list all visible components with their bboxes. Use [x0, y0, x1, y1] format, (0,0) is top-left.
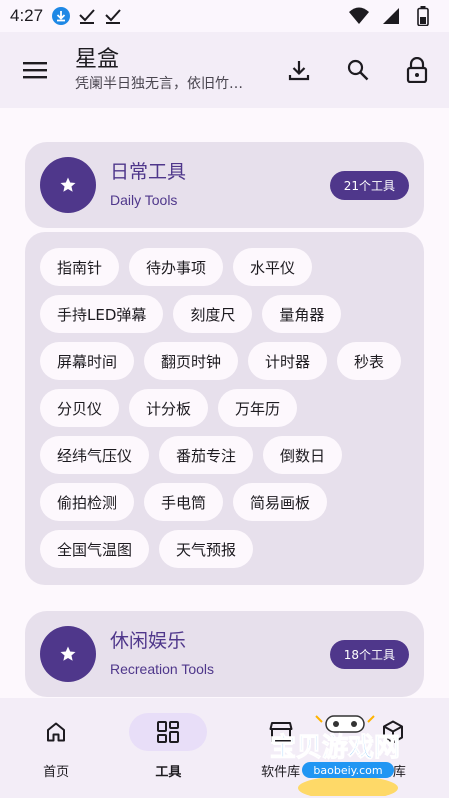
app-bar: 星盒 凭阑半日独无言，依旧竹…	[0, 32, 449, 108]
tools-content: 日常工具 Daily Tools 21个工具 指南针 待办事项 水平仪 手持LE…	[0, 108, 449, 698]
search-button[interactable]	[338, 50, 378, 90]
status-bar: 4:27	[0, 0, 449, 32]
tool-chip-scoreboard[interactable]: 计分板	[129, 389, 209, 427]
nav-label: 工具	[155, 765, 182, 780]
category-title: 休闲娱乐	[110, 630, 187, 652]
nav-item-repository[interactable]: 仓库	[337, 698, 449, 798]
chip-row: 手持LED弹幕 刻度尺 量角器	[40, 295, 412, 342]
tool-chip-weather[interactable]: 天气预报	[159, 530, 254, 568]
check-icon	[103, 6, 123, 26]
menu-icon	[23, 62, 47, 79]
app-title: 星盒	[75, 47, 120, 72]
nav-label: 首页	[43, 765, 70, 780]
category-title: 日常工具	[110, 161, 187, 183]
signal-icon	[381, 6, 401, 26]
menu-button[interactable]	[17, 52, 53, 88]
tool-chip-temperature-map[interactable]: 全国气温图	[40, 530, 150, 568]
tool-chip-level[interactable]: 水平仪	[233, 248, 313, 286]
title-block: 星盒 凭阑半日独无言，依旧竹…	[75, 46, 279, 94]
nav-label: 仓库	[379, 765, 406, 780]
tool-chip-protractor[interactable]: 量角器	[262, 295, 342, 333]
chip-row: 分贝仪 计分板 万年历	[40, 389, 412, 436]
tool-chip-todo[interactable]: 待办事项	[129, 248, 224, 286]
tool-chip-sketchpad[interactable]: 简易画板	[233, 483, 328, 521]
lock-icon	[406, 57, 428, 83]
nav-item-home[interactable]: 首页	[0, 698, 112, 798]
category-icon-circle	[40, 157, 96, 213]
home-icon	[47, 722, 66, 742]
status-time: 4:27	[10, 6, 44, 25]
star-icon	[60, 646, 76, 661]
tool-chip-pomodoro[interactable]: 番茄专注	[159, 436, 254, 474]
download-status-icon	[51, 6, 71, 26]
check-icon	[77, 6, 97, 26]
tool-chip-camera-detector[interactable]: 偷拍检测	[40, 483, 135, 521]
lock-button[interactable]	[397, 50, 437, 90]
nav-label: 软件库	[261, 765, 301, 780]
tool-chip-led-banner[interactable]: 手持LED弹幕	[40, 295, 164, 333]
tool-count-badge: 18个工具	[329, 639, 409, 669]
wifi-icon	[349, 6, 369, 26]
tool-chip-calendar[interactable]: 万年历	[218, 389, 298, 427]
chip-row: 偷拍检测 手电筒 简易画板	[40, 483, 412, 530]
tool-chip-compass[interactable]: 指南针	[40, 248, 120, 286]
category-card-daily-tools[interactable]: 日常工具 Daily Tools 21个工具	[25, 142, 424, 228]
bottom-navigation: 首页 工具 软件库 仓库	[0, 698, 449, 798]
tool-chip-barometer[interactable]: 经纬气压仪	[40, 436, 150, 474]
nav-active-indicator	[129, 713, 208, 751]
tool-count-badge: 21个工具	[329, 170, 409, 200]
chip-row: 全国气温图 天气预报	[40, 530, 412, 577]
package-icon	[382, 720, 403, 744]
category-card-recreation[interactable]: 休闲娱乐 Recreation Tools 18个工具	[25, 611, 424, 697]
tool-chip-screen-time[interactable]: 屏幕时间	[40, 342, 135, 380]
grid-icon	[157, 721, 180, 743]
tool-chip-decibel-meter[interactable]: 分贝仪	[40, 389, 120, 427]
download-button[interactable]	[279, 50, 319, 90]
category-subtitle: Recreation Tools	[110, 661, 215, 677]
chip-row: 屏幕时间 翻页时钟 计时器 秒表	[40, 342, 412, 389]
search-icon	[347, 59, 369, 81]
tool-chip-flip-clock[interactable]: 翻页时钟	[144, 342, 239, 380]
battery-icon	[413, 6, 433, 26]
tool-chip-timer[interactable]: 计时器	[248, 342, 328, 380]
category-icon-circle	[40, 626, 96, 682]
chip-row: 经纬气压仪 番茄专注 倒数日	[40, 436, 412, 483]
nav-item-tools[interactable]: 工具	[112, 698, 224, 798]
tool-chips-panel: 指南针 待办事项 水平仪 手持LED弹幕 刻度尺 量角器 屏幕时间 翻页时钟 计…	[25, 232, 424, 585]
chip-row: 指南针 待办事项 水平仪	[40, 248, 412, 295]
tool-chip-flashlight[interactable]: 手电筒	[144, 483, 224, 521]
download-icon	[288, 61, 310, 81]
tool-chip-ruler[interactable]: 刻度尺	[173, 295, 253, 333]
star-icon	[60, 177, 76, 192]
tool-chip-countdown[interactable]: 倒数日	[263, 436, 343, 474]
nav-item-software-store[interactable]: 软件库	[225, 698, 337, 798]
app-subtitle: 凭阑半日独无言，依旧竹…	[75, 76, 243, 92]
store-icon	[269, 722, 293, 742]
tool-chip-stopwatch[interactable]: 秒表	[337, 342, 402, 380]
category-subtitle: Daily Tools	[110, 192, 178, 208]
